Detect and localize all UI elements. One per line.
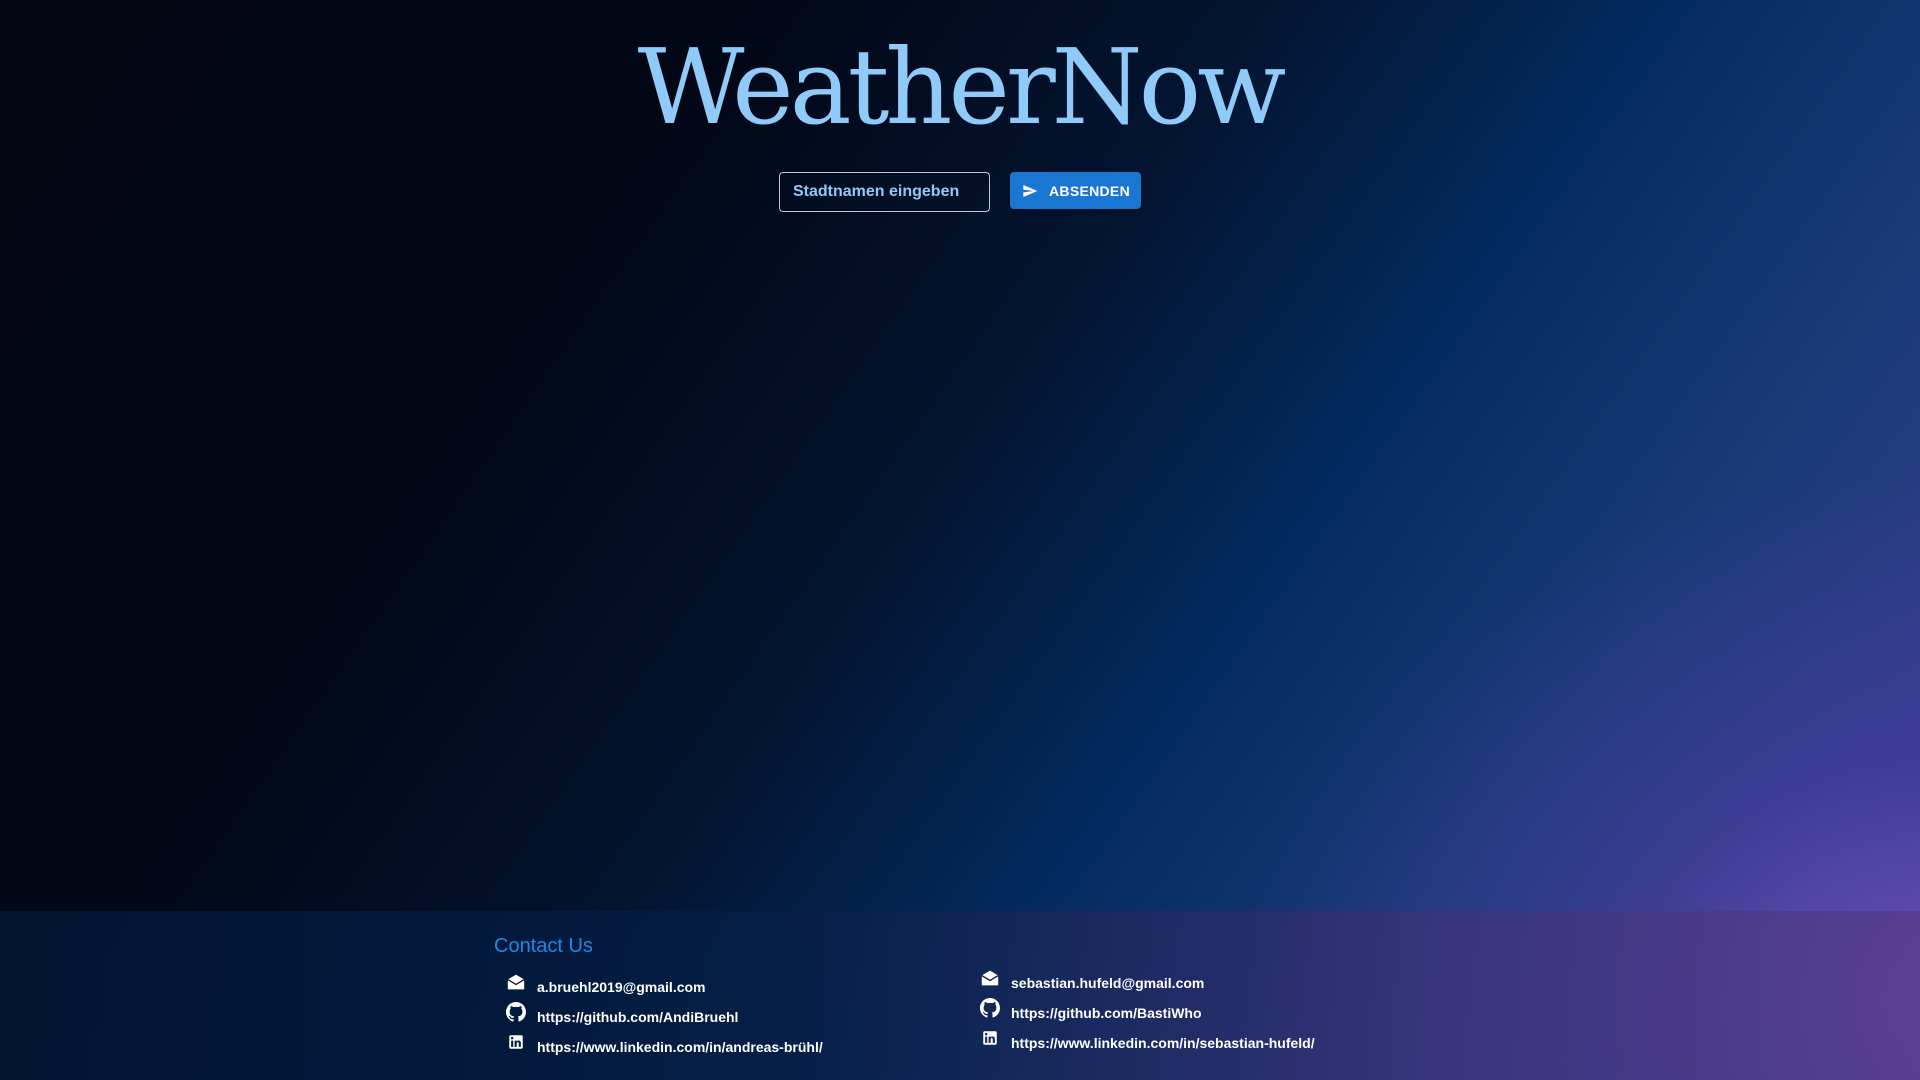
email-link[interactable]: sebastian.hufeld@gmail.com bbox=[1011, 975, 1204, 991]
linkedin-icon bbox=[979, 1027, 1001, 1049]
submit-button-label: ABSENDEN bbox=[1049, 182, 1130, 199]
footer-heading: Contact Us bbox=[494, 935, 593, 957]
email-link[interactable]: a.bruehl2019@gmail.com bbox=[537, 979, 706, 995]
city-search-input[interactable] bbox=[779, 172, 990, 212]
github-icon bbox=[505, 1001, 527, 1023]
contact-email-row: sebastian.hufeld@gmail.com bbox=[979, 968, 1315, 998]
linkedin-link[interactable]: https://www.linkedin.com/in/andreas-brüh… bbox=[537, 1039, 823, 1055]
contact-linkedin-row: https://www.linkedin.com/in/sebastian-hu… bbox=[979, 1028, 1315, 1058]
contact-github-row: https://github.com/BastiWho bbox=[979, 998, 1315, 1028]
contact-email-row: a.bruehl2019@gmail.com bbox=[505, 972, 823, 1002]
contact-column-andreas: a.bruehl2019@gmail.com https://github.co… bbox=[505, 972, 823, 1062]
search-form: ABSENDEN bbox=[779, 172, 1141, 212]
contact-linkedin-row: https://www.linkedin.com/in/andreas-brüh… bbox=[505, 1032, 823, 1062]
linkedin-link[interactable]: https://www.linkedin.com/in/sebastian-hu… bbox=[1011, 1035, 1315, 1051]
linkedin-icon bbox=[505, 1031, 527, 1053]
contact-column-sebastian: sebastian.hufeld@gmail.com https://githu… bbox=[979, 968, 1315, 1058]
contact-footer: Contact Us a.bruehl2019@gmail.com https:… bbox=[0, 911, 1920, 1080]
contact-github-row: https://github.com/AndiBruehl bbox=[505, 1002, 823, 1032]
email-icon bbox=[979, 967, 1001, 989]
send-icon bbox=[1021, 183, 1039, 199]
submit-button[interactable]: ABSENDEN bbox=[1010, 172, 1141, 209]
email-icon bbox=[505, 971, 527, 993]
github-icon bbox=[979, 997, 1001, 1019]
github-link[interactable]: https://github.com/BastiWho bbox=[1011, 1005, 1202, 1021]
github-link[interactable]: https://github.com/AndiBruehl bbox=[537, 1009, 738, 1025]
app-title: WeatherNow bbox=[637, 26, 1287, 148]
